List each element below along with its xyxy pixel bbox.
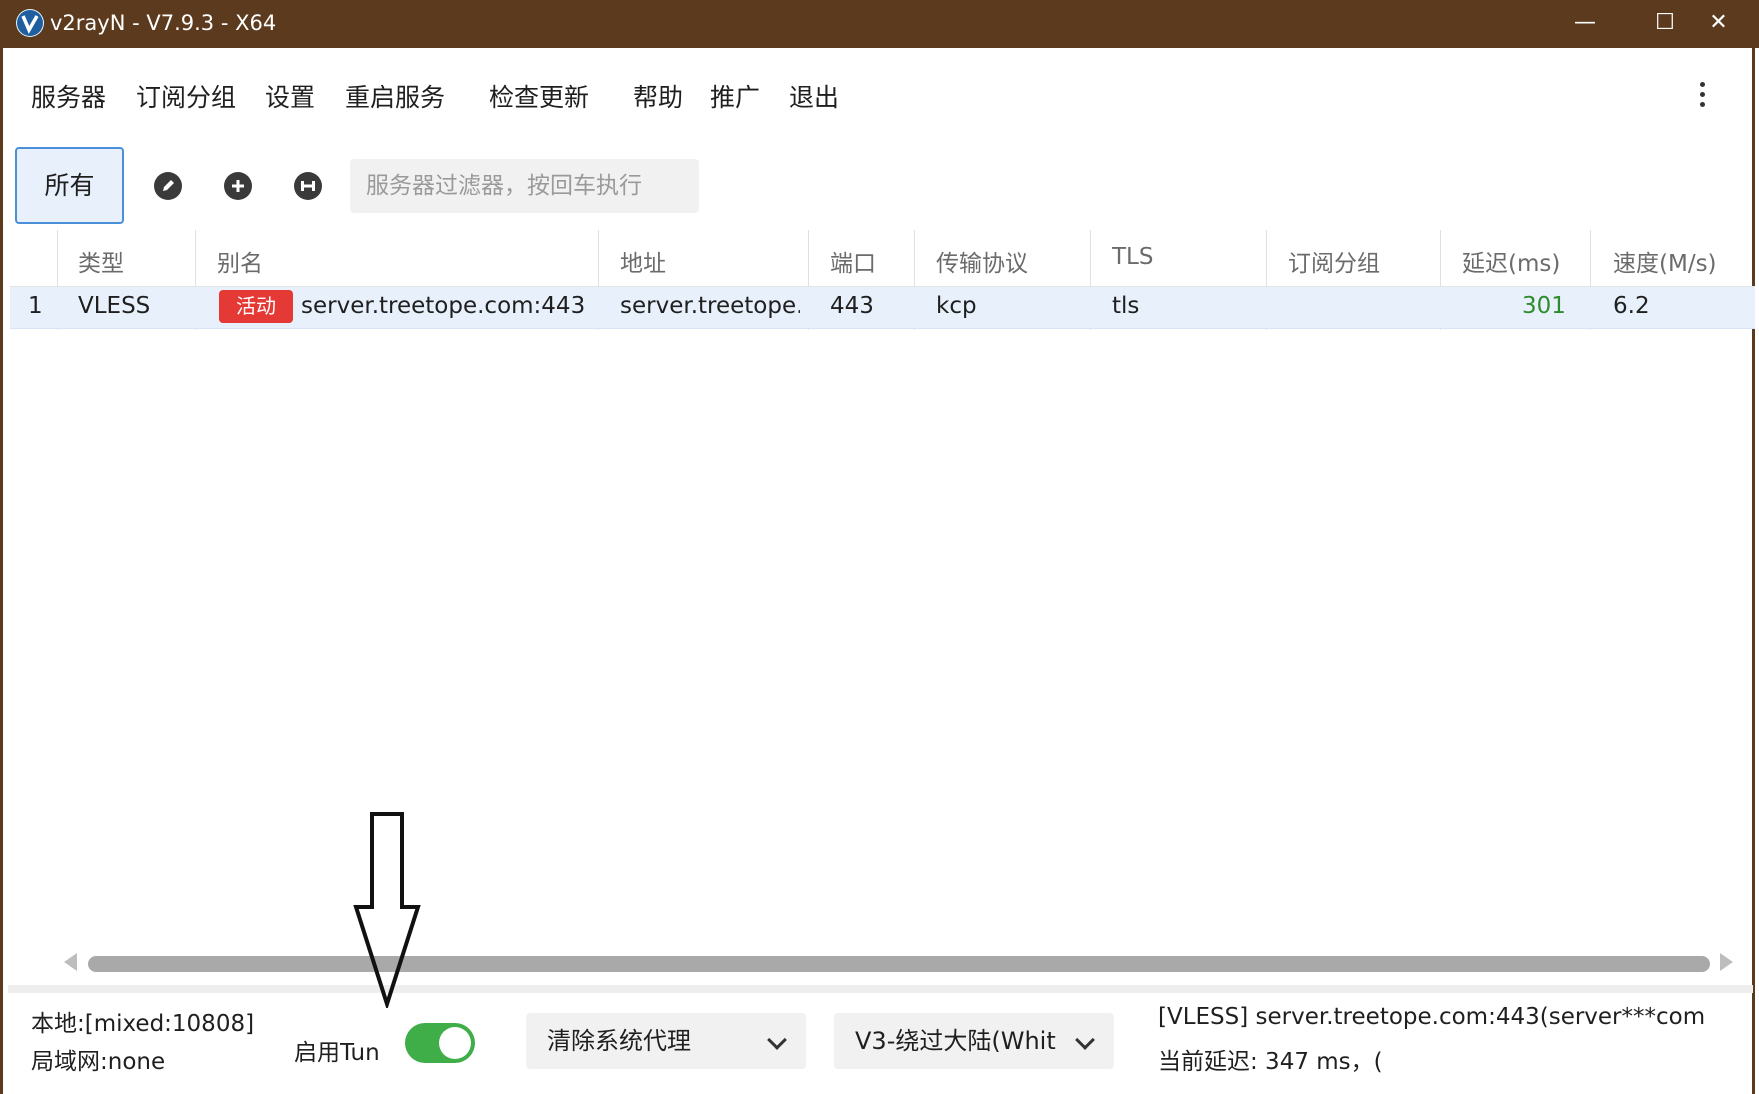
tun-label: 启用Tun	[294, 1040, 380, 1066]
minimize-button[interactable]: —	[1545, 0, 1625, 48]
scroll-left-arrow-icon[interactable]	[64, 953, 77, 971]
edit-icon[interactable]	[154, 172, 182, 200]
server-filter-input[interactable]	[350, 159, 699, 213]
toggle-knob	[439, 1027, 471, 1059]
minimize-icon: —	[1574, 10, 1596, 35]
chevron-down-icon	[767, 1030, 787, 1050]
cell-tls: tls	[1112, 293, 1140, 319]
column-header-transport[interactable]: 传输协议	[936, 244, 1028, 278]
cell-address: server.treetope.com	[620, 293, 800, 319]
close-button[interactable]: ✕	[1678, 0, 1759, 48]
routing-value: V3-绕过大陆(Whit	[855, 1027, 1056, 1055]
table-row[interactable]: 1 VLESS 活动 server.treetope.com:443 serve…	[10, 287, 1755, 329]
tab-all[interactable]: 所有	[15, 147, 124, 224]
cell-speed: 6.2	[1613, 293, 1650, 319]
table-header: 类型 别名 地址 端口 传输协议 TLS 订阅分组 延迟(ms) 速度(M/s)	[10, 230, 1755, 287]
column-header-subscription-group[interactable]: 订阅分组	[1288, 244, 1380, 278]
current-delay-info: 当前延迟: 347 ms，(	[1158, 1049, 1383, 1075]
system-proxy-dropdown[interactable]: 清除系统代理	[526, 1013, 806, 1069]
menu-help[interactable]: 帮助	[633, 78, 683, 114]
routing-dropdown[interactable]: V3-绕过大陆(Whit	[834, 1013, 1114, 1069]
window-title: v2rayN - V7.9.3 - X64	[50, 11, 277, 35]
menu-restart-service[interactable]: 重启服务	[345, 78, 445, 114]
menu-settings[interactable]: 设置	[265, 78, 315, 114]
column-header-address[interactable]: 地址	[620, 244, 666, 278]
add-icon[interactable]	[224, 172, 252, 200]
sort-width-icon[interactable]	[294, 172, 322, 200]
close-icon: ✕	[1709, 10, 1728, 35]
title-bar: v2rayN - V7.9.3 - X64 — ☐ ✕	[0, 0, 1759, 48]
horizontal-scrollbar-thumb[interactable]	[88, 956, 1710, 972]
current-server-info: [VLESS] server.treetope.com:443(server**…	[1158, 1004, 1706, 1030]
local-port-status: 本地:[mixed:10808]	[31, 1011, 255, 1037]
column-header-port[interactable]: 端口	[830, 244, 876, 278]
menu-check-update[interactable]: 检查更新	[489, 78, 589, 114]
down-arrow-annotation-icon	[353, 812, 421, 1008]
active-status-badge: 活动	[219, 290, 293, 323]
menu-exit[interactable]: 退出	[789, 78, 839, 114]
window-frame	[0, 48, 1755, 1094]
menu-promotion[interactable]: 推广	[710, 78, 760, 114]
cell-alias: server.treetope.com:443	[301, 293, 586, 319]
cell-transport: kcp	[936, 293, 977, 319]
cell-type: VLESS	[78, 293, 151, 319]
cell-delay: 301	[1522, 293, 1566, 319]
cell-port: 443	[830, 293, 874, 319]
system-proxy-value: 清除系统代理	[547, 1027, 691, 1055]
column-header-tls[interactable]: TLS	[1112, 244, 1153, 270]
column-header-delay[interactable]: 延迟(ms)	[1462, 244, 1560, 278]
menu-subscription-group[interactable]: 订阅分组	[136, 78, 236, 114]
column-header-alias[interactable]: 别名	[217, 244, 263, 278]
scroll-right-arrow-icon[interactable]	[1720, 953, 1733, 971]
more-vertical-icon[interactable]	[1690, 78, 1714, 112]
v2rayn-logo-icon	[16, 9, 44, 37]
lan-status: 局域网:none	[31, 1049, 166, 1075]
row-index: 1	[28, 293, 43, 319]
tun-toggle[interactable]	[405, 1023, 475, 1063]
maximize-icon: ☐	[1655, 10, 1675, 35]
column-header-type[interactable]: 类型	[78, 244, 124, 278]
column-header-speed[interactable]: 速度(M/s)	[1613, 244, 1717, 278]
status-divider	[8, 985, 1753, 993]
chevron-down-icon	[1075, 1030, 1095, 1050]
menu-servers[interactable]: 服务器	[31, 78, 106, 114]
